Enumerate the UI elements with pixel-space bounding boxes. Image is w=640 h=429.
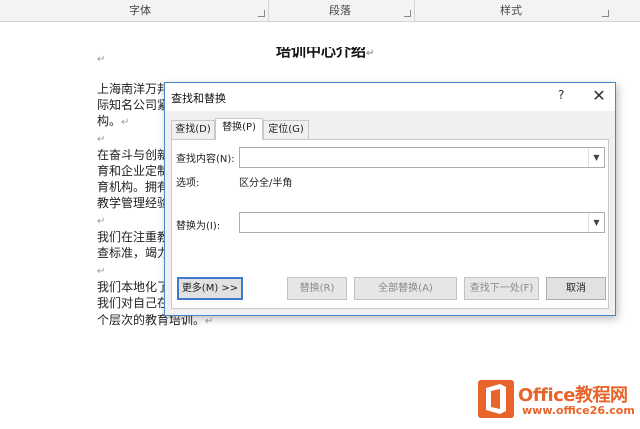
ribbon-bar: 字体 段落 样式 xyxy=(0,0,640,22)
document-line: 育和企业定制 xyxy=(97,164,170,178)
paragraph-mark: ↵ xyxy=(97,134,106,145)
dialog-title: 查找和替换 xyxy=(171,92,226,105)
paragraph-group-label: 段落 xyxy=(329,4,351,17)
find-replace-dialog: 查找和替换 ? ✕ 查找(D) 替换(P) 定位(G) 查找内容(N): ▼ 选… xyxy=(164,82,616,316)
replace-panel: 查找内容(N): ▼ 选项: 区分全/半角 替换为(I): ▼ 更多(M) >>… xyxy=(171,139,609,309)
tab-replace[interactable]: 替换(P) xyxy=(215,118,263,140)
office26-watermark: Office教程网 www.office26.com xyxy=(474,378,638,428)
help-button[interactable]: ? xyxy=(558,88,564,102)
replace-all-button[interactable]: 全部替换(A) xyxy=(354,277,457,300)
paragraph-dialog-launcher-icon[interactable] xyxy=(404,10,411,17)
more-button[interactable]: 更多(M) >> xyxy=(177,277,243,300)
paragraph-mark: ↵ xyxy=(97,54,106,65)
document-title: 培训中心介绍↵ xyxy=(276,42,375,60)
tab-goto[interactable]: 定位(G) xyxy=(263,120,309,139)
options-value: 区分全/半角 xyxy=(239,178,293,189)
watermark-url: www.office26.com xyxy=(522,404,635,417)
find-what-label: 查找内容(N): xyxy=(176,154,235,165)
document-line: 在奋斗与创新 xyxy=(97,148,170,162)
dialog-titlebar[interactable]: 查找和替换 ? ✕ xyxy=(165,83,615,111)
find-next-button[interactable]: 查找下一处(F) xyxy=(464,277,539,300)
find-what-input[interactable]: ▼ xyxy=(239,147,605,168)
document-line: 上海南洋万邦 xyxy=(97,82,170,96)
paragraph-mark: ↵ xyxy=(97,216,106,227)
styles-dialog-launcher-icon[interactable] xyxy=(602,10,609,17)
ribbon-separator xyxy=(414,0,415,22)
close-icon[interactable]: ✕ xyxy=(590,87,608,105)
office-logo-icon xyxy=(478,380,514,418)
font-group-label: 字体 xyxy=(129,4,151,17)
document-line: 际知名公司紧 xyxy=(97,98,170,112)
replace-with-label: 替换为(I): xyxy=(176,221,221,232)
replace-button[interactable]: 替换(R) xyxy=(287,277,347,300)
document-line: 教学管理经验 xyxy=(97,196,170,210)
document-line: 我们在注重教 xyxy=(97,230,170,244)
chevron-down-icon[interactable]: ▼ xyxy=(588,148,604,167)
ribbon-separator xyxy=(268,0,269,22)
styles-group-label: 样式 xyxy=(500,4,522,17)
replace-with-input[interactable]: ▼ xyxy=(239,212,605,233)
options-label: 选项: xyxy=(176,178,200,189)
cancel-button[interactable]: 取消 xyxy=(546,277,606,300)
paragraph-mark: ↵ xyxy=(97,266,106,277)
document-line: 育机构。拥有 xyxy=(97,180,170,194)
document-line: 我们对自己在 xyxy=(97,296,170,310)
document-line: 构。↵ xyxy=(97,114,130,128)
chevron-down-icon[interactable]: ▼ xyxy=(588,213,604,232)
font-dialog-launcher-icon[interactable] xyxy=(258,10,265,17)
document-line: 查标准，竭力 xyxy=(97,246,170,260)
document-line: 我们本地化了 xyxy=(97,280,170,294)
tab-find[interactable]: 查找(D) xyxy=(171,120,215,139)
